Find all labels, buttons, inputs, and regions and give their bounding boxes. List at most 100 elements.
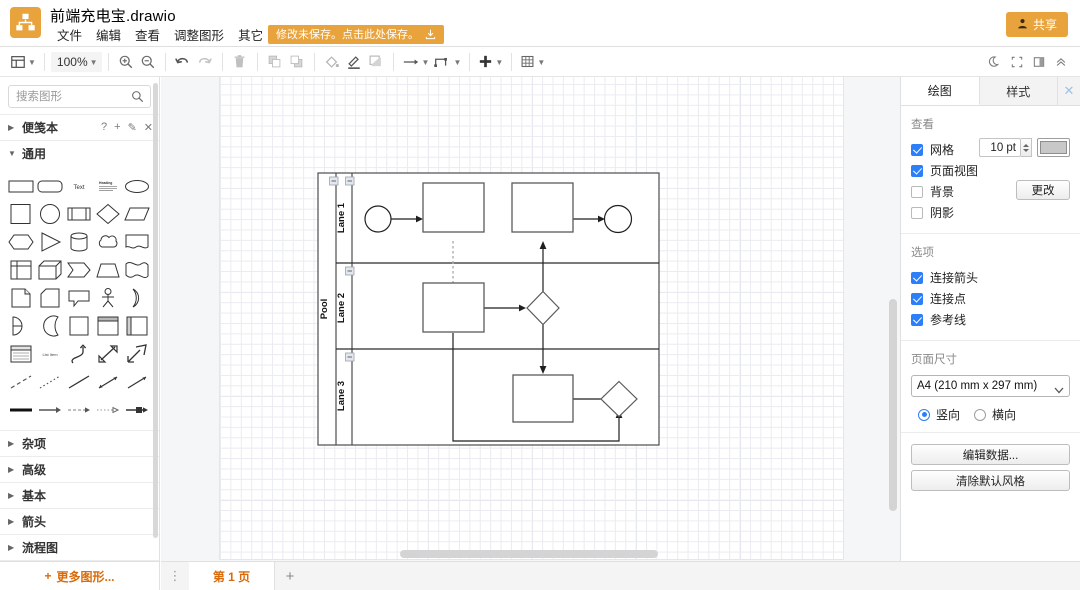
clear-default-style-button[interactable]: 清除默认风格 [911, 470, 1070, 491]
start-event[interactable] [364, 205, 392, 233]
shape-trapezoid[interactable] [93, 257, 122, 283]
shape-ellipse[interactable] [122, 173, 151, 199]
grid-color-swatch[interactable] [1037, 138, 1070, 157]
page-size-select[interactable]: A4 (210 mm x 297 mm) [911, 375, 1070, 397]
end-event[interactable] [603, 204, 633, 234]
table-icon[interactable]: ▼ [518, 50, 547, 74]
fill-color-icon[interactable] [321, 50, 343, 74]
tab-diagram[interactable]: 绘图 [901, 77, 980, 105]
shape-circle[interactable] [35, 201, 64, 227]
shape-directional-line[interactable] [122, 369, 151, 395]
shadow-icon[interactable] [365, 50, 387, 74]
shape-thick-line[interactable] [6, 397, 35, 423]
shape-rhombus[interactable] [93, 201, 122, 227]
landscape-radio[interactable] [974, 408, 987, 421]
change-background-button[interactable]: 更改 [1016, 180, 1070, 200]
shape-parallelogram[interactable] [122, 201, 151, 227]
shape-vertical-container[interactable] [122, 313, 151, 339]
sidebar-section-arrows[interactable]: ▶ 箭头 [0, 508, 159, 534]
menu-file[interactable]: 文件 [50, 27, 89, 45]
shape-list[interactable] [6, 341, 35, 367]
shape-tape[interactable] [122, 257, 151, 283]
shape-container[interactable] [64, 313, 93, 339]
shape-window[interactable] [93, 313, 122, 339]
shape-or[interactable] [122, 285, 151, 311]
edit-pencil-icon[interactable]: ✎ [128, 121, 137, 134]
waypoint-style-icon[interactable]: ▼ [431, 50, 463, 74]
shape-card[interactable] [35, 285, 64, 311]
shape-dotted-line[interactable] [35, 369, 64, 395]
grid-checkbox[interactable] [911, 143, 923, 156]
shape-textbox[interactable]: Heading [93, 173, 122, 199]
canvas-vertical-scrollbar[interactable] [889, 299, 897, 511]
close-icon[interactable]: ✕ [144, 121, 153, 134]
search-input[interactable] [9, 86, 150, 107]
grid-size-input[interactable] [979, 138, 1021, 157]
task-4[interactable] [512, 374, 574, 423]
search-icon[interactable] [131, 90, 144, 108]
shape-curve[interactable] [64, 341, 93, 367]
bpmn-diagram[interactable]: Pool Lane 1 Lane 2 Lane 3 [161, 77, 900, 561]
shape-dashed-arrow[interactable] [64, 397, 93, 423]
close-icon[interactable]: ✕ [1058, 77, 1080, 105]
shape-hexagon[interactable] [6, 229, 35, 255]
shape-text[interactable]: Text [64, 173, 93, 199]
orientation-portrait[interactable]: 竖向 [918, 406, 960, 423]
task-3[interactable] [422, 282, 485, 333]
shape-sum[interactable] [35, 313, 64, 339]
page-view-checkbox[interactable] [911, 164, 923, 177]
undo-icon[interactable] [172, 50, 194, 74]
shape-dotted-arrow[interactable] [93, 397, 122, 423]
shape-cloud[interactable] [93, 229, 122, 255]
shape-bidirectional-line[interactable] [93, 369, 122, 395]
line-color-icon[interactable] [343, 50, 365, 74]
grid-size-stepper[interactable] [1021, 138, 1032, 157]
insert-plus-icon[interactable]: ▼ [476, 50, 505, 74]
shape-callout[interactable] [64, 285, 93, 311]
menu-extras[interactable]: 其它 [231, 27, 270, 45]
help-icon[interactable]: ? [101, 121, 107, 134]
orientation-landscape[interactable]: 横向 [974, 406, 1016, 423]
canvas-area[interactable]: Pool Lane 1 Lane 2 Lane 3 [161, 77, 900, 561]
add-page-button[interactable]: + [275, 562, 305, 590]
tab-style[interactable]: 样式 [979, 77, 1058, 105]
shape-document[interactable] [122, 229, 151, 255]
sidebar-section-general[interactable]: ▼ 通用 [0, 140, 159, 166]
sidebar-scrollbar[interactable] [153, 83, 158, 538]
shape-rounded-rect[interactable] [35, 173, 64, 199]
trash-icon[interactable] [229, 50, 251, 74]
zoom-out-icon[interactable] [137, 50, 159, 74]
chevron-up-icon[interactable] [1050, 50, 1072, 74]
shape-process[interactable] [64, 201, 93, 227]
search-box[interactable] [8, 85, 151, 108]
fullscreen-icon[interactable] [1006, 50, 1028, 74]
sidebar-section-flowchart[interactable]: ▶ 流程图 [0, 534, 159, 560]
unsaved-changes-banner[interactable]: 修改未保存。点击此处保存。 [268, 25, 444, 44]
shape-arrow-line[interactable] [35, 397, 64, 423]
shape-cube[interactable] [35, 257, 64, 283]
shape-triangle[interactable] [35, 229, 64, 255]
redo-icon[interactable] [194, 50, 216, 74]
sidebar-section-basic[interactable]: ▶ 基本 [0, 482, 159, 508]
sidebar-section-misc[interactable]: ▶ 杂项 [0, 430, 159, 456]
zoom-in-icon[interactable] [115, 50, 137, 74]
shape-double-arrow[interactable] [93, 341, 122, 367]
menu-view[interactable]: 查看 [128, 27, 167, 45]
view-layout-icon[interactable]: ▼ [8, 50, 38, 74]
more-shapes-button[interactable]: + 更多图形... [0, 561, 159, 590]
format-panel-icon[interactable] [1028, 50, 1050, 74]
zoom-level-button[interactable]: 100% ▼ [50, 51, 102, 72]
shape-dashed-line[interactable] [6, 369, 35, 395]
shape-list-item[interactable]: List Item [35, 341, 64, 367]
shape-dot-end-arrow[interactable] [122, 397, 151, 423]
shadow-checkbox[interactable] [911, 206, 923, 219]
shape-single-arrow[interactable] [122, 341, 151, 367]
shape-cylinder[interactable] [64, 229, 93, 255]
connection-arrows-checkbox[interactable] [911, 271, 923, 284]
shape-step[interactable] [64, 257, 93, 283]
background-checkbox[interactable] [911, 185, 923, 198]
bring-to-front-icon[interactable] [264, 50, 286, 74]
shape-square[interactable] [6, 201, 35, 227]
task-2[interactable] [511, 182, 574, 233]
task-1[interactable] [422, 182, 485, 233]
